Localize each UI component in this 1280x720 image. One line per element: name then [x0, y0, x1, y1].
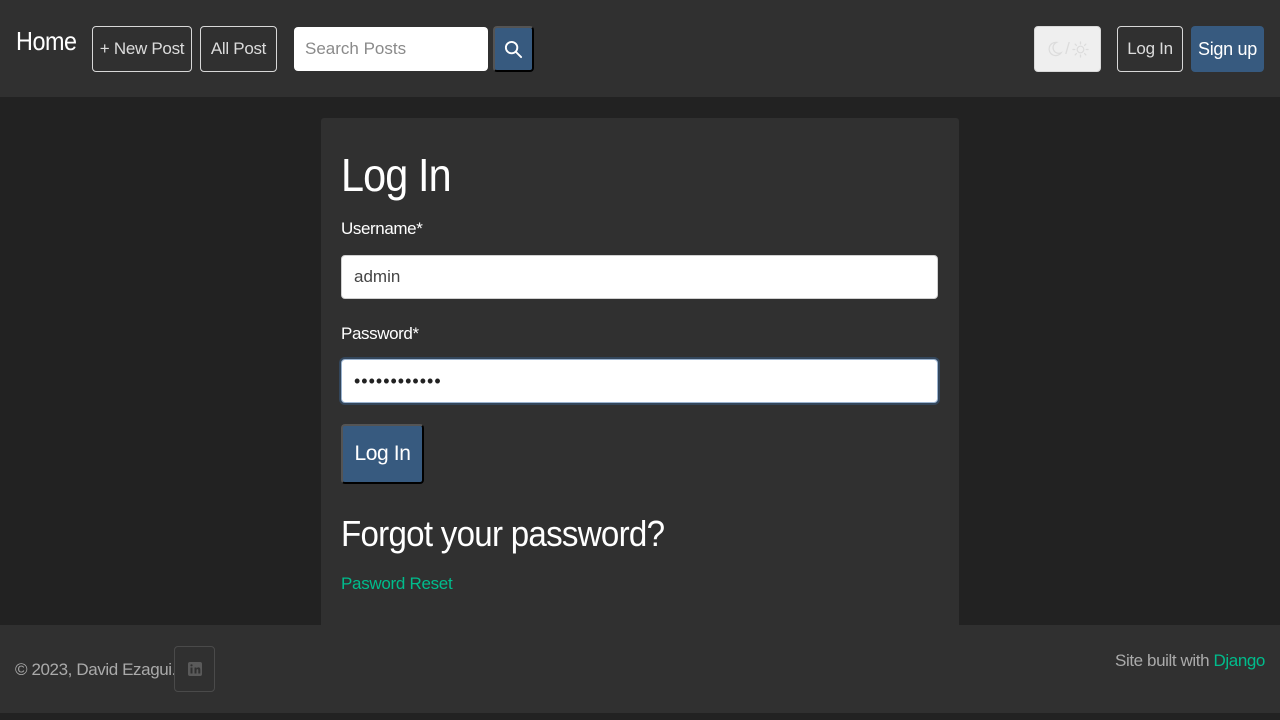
password-field[interactable]	[341, 359, 938, 403]
password-label: Password*	[341, 324, 419, 343]
all-post-button[interactable]: All Post	[200, 26, 277, 72]
password-reset-link[interactable]: Pasword Reset	[341, 574, 453, 594]
search-icon	[504, 40, 523, 58]
footer: © 2023, David Ezagui. Site built with Dj…	[0, 625, 1280, 713]
built-with-label: Site built with	[1115, 651, 1214, 670]
theme-toggle-button[interactable]: /	[1034, 26, 1101, 72]
page-title: Log In	[341, 149, 452, 201]
nav-login-button[interactable]: Log In	[1117, 26, 1183, 72]
navbar: Home + New Post All Post / Log In Sign u…	[0, 0, 1280, 97]
username-label: Username*	[341, 219, 423, 238]
built-with-text: Site built with Django	[1115, 651, 1265, 671]
copyright-text: © 2023, David Ezagui.	[15, 660, 177, 679]
moon-icon	[1048, 41, 1064, 57]
home-link[interactable]: Home	[16, 26, 77, 57]
username-field[interactable]	[341, 255, 938, 299]
theme-toggle-separator: /	[1065, 39, 1070, 58]
linkedin-icon	[187, 662, 202, 676]
search-input[interactable]	[294, 27, 488, 71]
sun-icon	[1072, 40, 1089, 58]
signup-button[interactable]: Sign up	[1191, 26, 1264, 72]
page-bottom-strip	[0, 713, 1280, 720]
linkedin-button[interactable]	[174, 646, 215, 692]
search-button[interactable]	[493, 26, 534, 72]
forgot-password-heading: Forgot your password?	[341, 513, 665, 554]
login-card: Log In Username* Password* Log In Forgot…	[321, 118, 959, 625]
new-post-button[interactable]: + New Post	[92, 26, 192, 72]
login-submit-button[interactable]: Log In	[341, 424, 424, 484]
django-link[interactable]: Django	[1214, 651, 1266, 670]
